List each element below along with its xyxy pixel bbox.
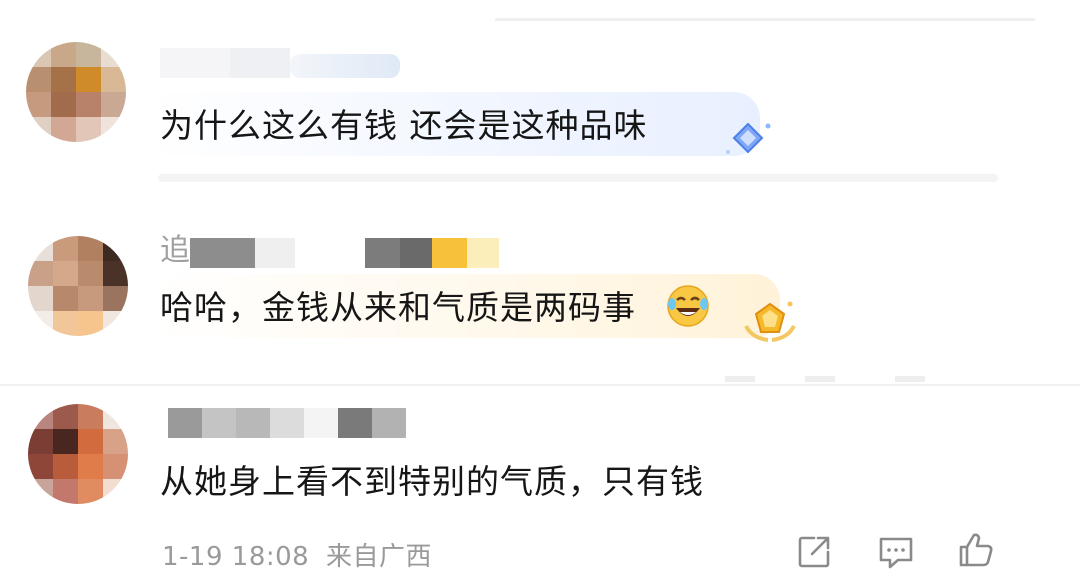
comment-text: 从她身上看不到特别的气质，只有钱 [160,462,704,501]
top-divider [495,18,1035,21]
avatar[interactable] [28,404,128,504]
username-blurred[interactable]: 追 [160,234,499,268]
avatar[interactable] [26,42,126,142]
comment-icon[interactable] [876,532,916,572]
faint-action-row [725,376,965,382]
comment-meta: 1-19 18:08 来自广西 [162,536,432,573]
timestamp: 1-19 18:08 [162,542,310,572]
diamond-badge-icon [726,122,771,154]
gold-shield-badge-icon [744,301,796,342]
location: 来自广西 [325,542,432,572]
comment-text: 为什么这么有钱 还会是这种品味 [160,106,648,145]
username-blurred[interactable] [160,44,400,78]
username: 追 [160,233,190,268]
avatar[interactable] [28,236,128,336]
laughing-crying-emoji-icon [667,285,709,327]
share-icon[interactable] [794,532,834,572]
separator [158,174,998,182]
comment-text: 哈哈，金钱从来和气质是两码事 [160,288,636,327]
like-icon[interactable] [956,530,996,570]
username-blurred[interactable] [168,404,406,438]
divider [0,384,1080,386]
